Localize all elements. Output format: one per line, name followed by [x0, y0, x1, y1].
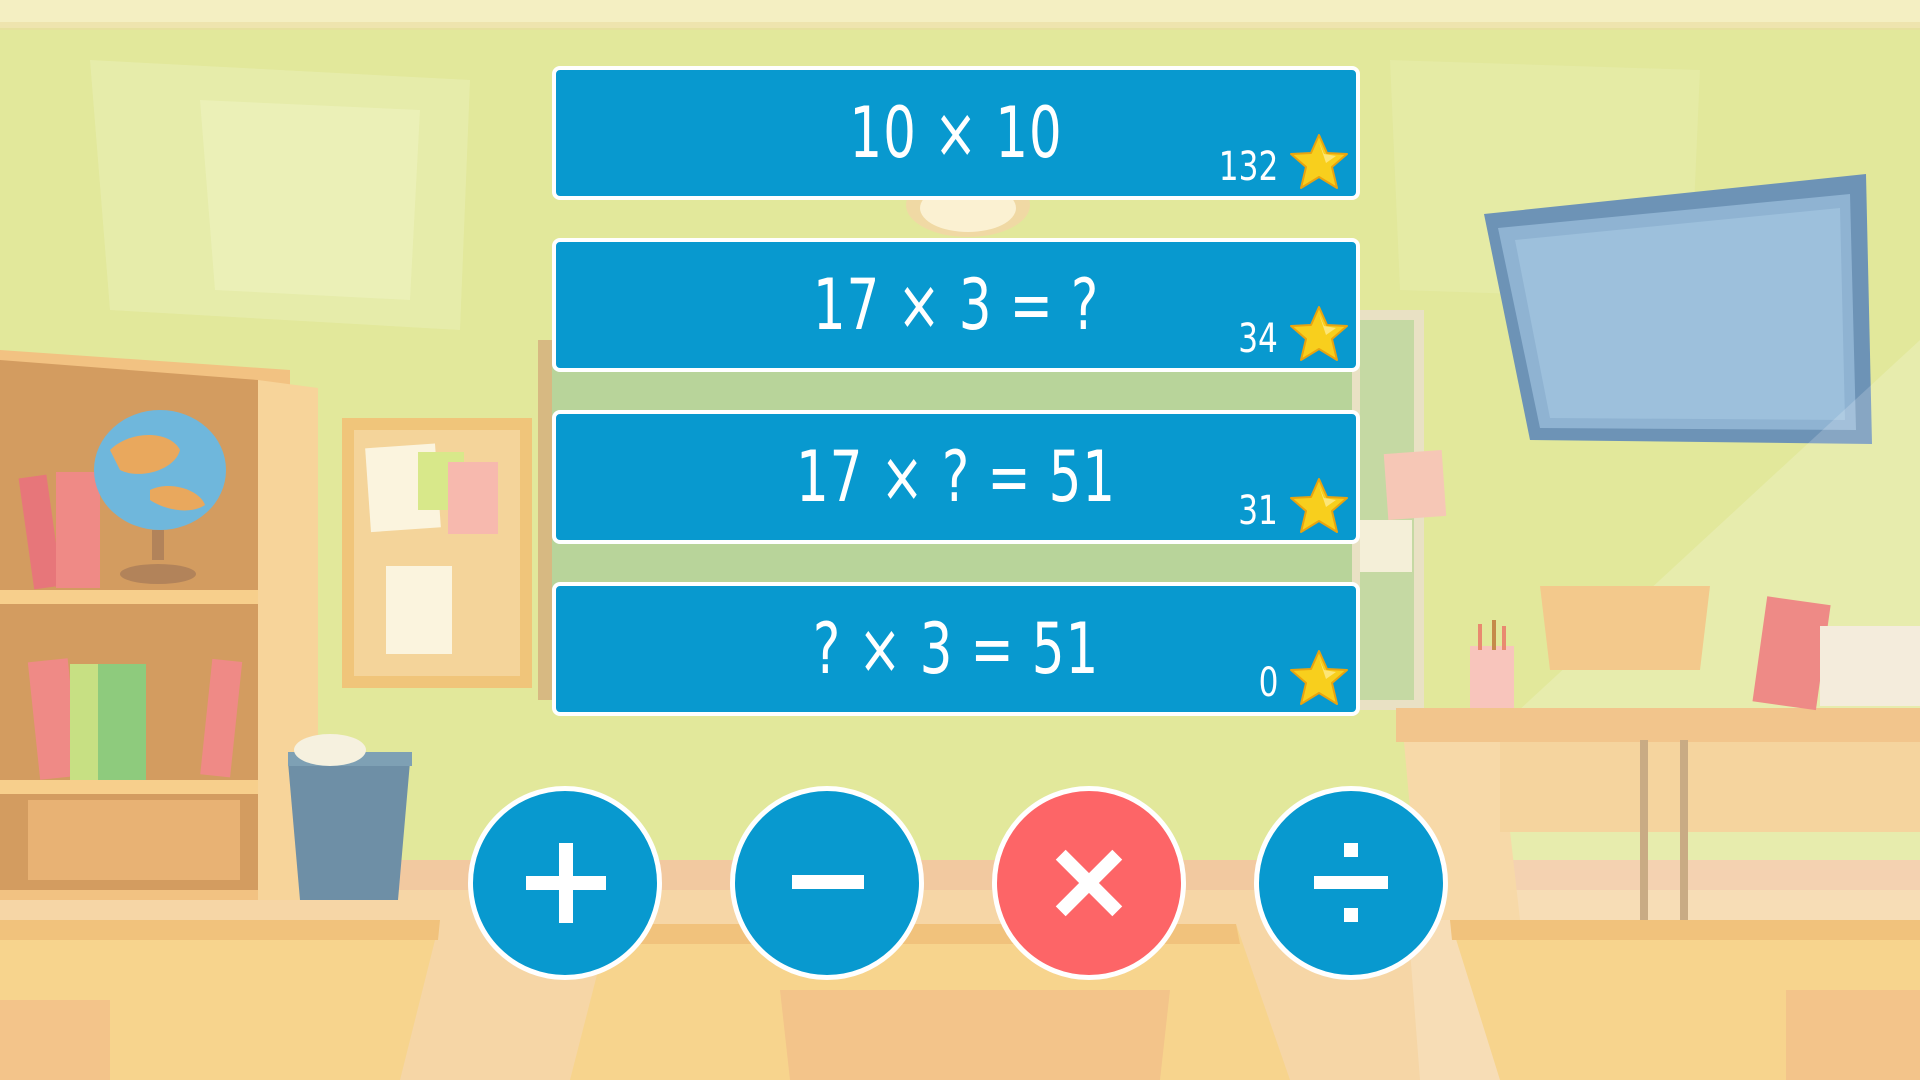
- minus-icon: [792, 875, 864, 889]
- mode-score: 31: [1238, 488, 1278, 534]
- mode-card-find-product[interactable]: 17 × 3 = ? 34: [552, 238, 1360, 372]
- star-icon: [1290, 650, 1348, 705]
- divide-icon: [1314, 843, 1388, 922]
- star-icon: [1290, 134, 1348, 189]
- addition-button[interactable]: +: [468, 786, 662, 980]
- mode-expression: 10 × 10: [849, 92, 1063, 174]
- multiply-icon: [1055, 849, 1123, 917]
- division-button[interactable]: ÷: [1254, 786, 1448, 980]
- plus-icon: [526, 843, 606, 923]
- mode-card-full-product[interactable]: 10 × 10 132: [552, 66, 1360, 200]
- star-icon: [1290, 306, 1348, 361]
- mode-score: 132: [1218, 144, 1278, 190]
- multiplication-button[interactable]: ×: [992, 786, 1186, 980]
- subtraction-button[interactable]: −: [730, 786, 924, 980]
- mode-card-find-first-factor[interactable]: ? × 3 = 51 0: [552, 582, 1360, 716]
- game-screen: 10 × 10 132 17 × 3 = ? 34 17 × ? = 51 31…: [0, 0, 1920, 1080]
- mode-score: 34: [1238, 316, 1278, 362]
- mode-expression: ? × 3 = 51: [812, 608, 1100, 690]
- mode-expression: 17 × ? = 51: [796, 436, 1116, 518]
- mode-card-find-second-factor[interactable]: 17 × ? = 51 31: [552, 410, 1360, 544]
- mode-score: 0: [1258, 660, 1278, 706]
- mode-expression: 17 × 3 = ?: [812, 264, 1100, 346]
- star-icon: [1290, 478, 1348, 533]
